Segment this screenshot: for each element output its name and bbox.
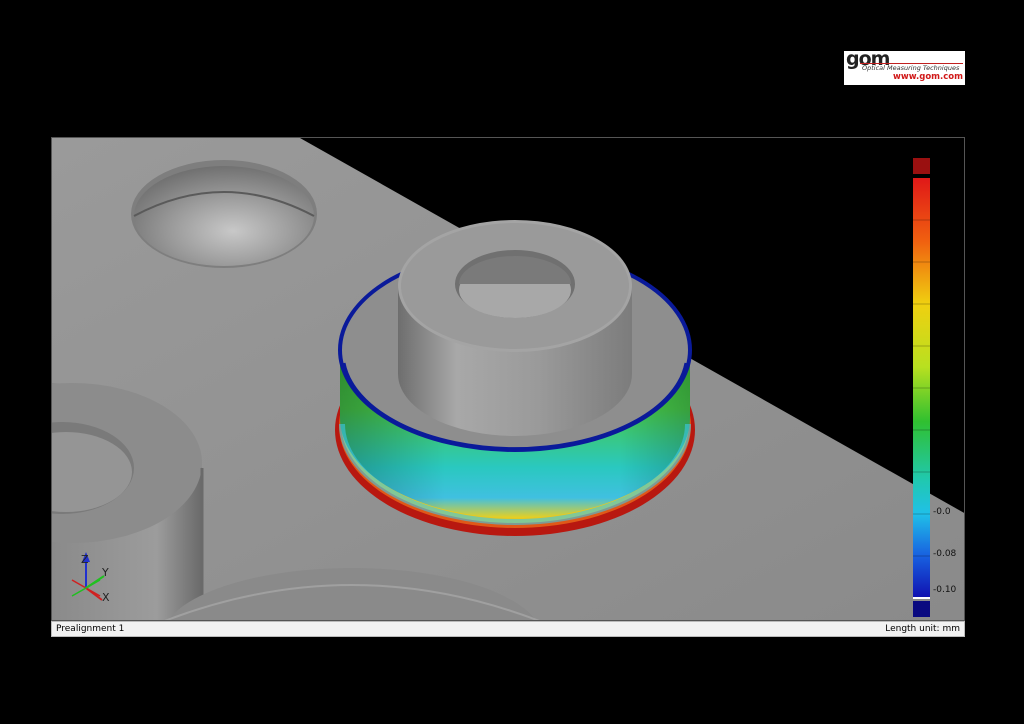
- length-unit-status: Length unit: mm: [885, 624, 960, 634]
- scale-label-3: -0.10: [933, 585, 957, 595]
- gom-logo: gom Optical Measuring Techniques www.gom…: [844, 48, 965, 85]
- axis-x-label: X: [102, 591, 110, 604]
- 3d-viewport[interactable]: Z Y X -0.0 -0.08 -0.10: [51, 137, 965, 621]
- scale-overflow-top: [913, 158, 930, 174]
- logo-url: www.gom.com: [893, 72, 963, 82]
- scale-overflow-bottom: [913, 601, 930, 617]
- scene-render: [52, 138, 964, 620]
- alignment-status: Prealignment 1: [56, 624, 125, 634]
- status-bar: Prealignment 1 Length unit: mm: [51, 621, 965, 637]
- logo-subtitle: Optical Measuring Techniques: [862, 64, 960, 72]
- axis-y-label: Y: [102, 566, 109, 579]
- scale-label-2: -0.08: [933, 549, 957, 559]
- axis-z-label: Z: [81, 553, 89, 566]
- scale-label-1: -0.0: [933, 507, 951, 517]
